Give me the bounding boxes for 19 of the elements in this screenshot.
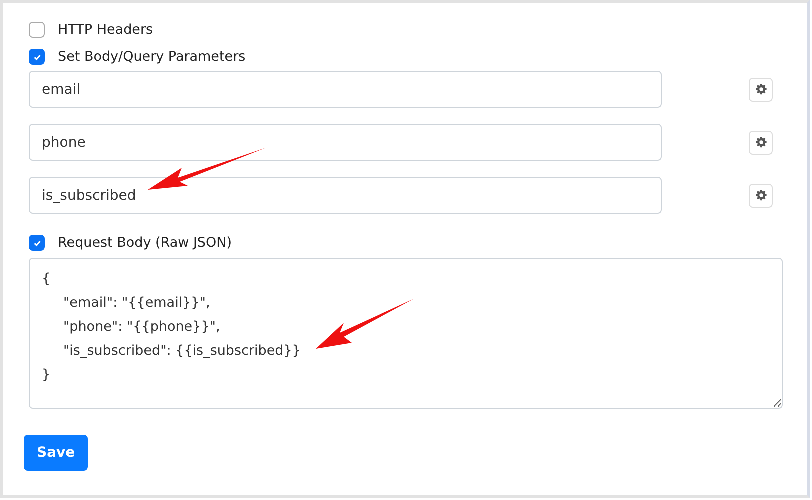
- checkbox[interactable]: [29, 49, 45, 65]
- settings-button[interactable]: [749, 130, 773, 154]
- settings-icon: [756, 190, 766, 201]
- json-textarea[interactable]: { "email": "{{email}}", "phone": "{{phone}}", "is_subscribed": {{is_subscribed}} }: [29, 258, 783, 409]
- checkbox-label: Set Body/Query Parameters: [58, 49, 246, 65]
- checkbox-label: Request Body (Raw JSON): [58, 235, 232, 251]
- settings-icon: [756, 137, 766, 148]
- settings-icon: [756, 84, 766, 95]
- settings-button[interactable]: [749, 78, 773, 102]
- check-icon: [32, 52, 42, 62]
- checkbox[interactable]: [29, 235, 45, 251]
- check-icon: [32, 238, 42, 248]
- settings-button[interactable]: [749, 184, 773, 208]
- checkbox[interactable]: [29, 22, 45, 38]
- parameter-field[interactable]: phone: [29, 124, 662, 161]
- save-button[interactable]: Save: [24, 435, 88, 471]
- parameter-field[interactable]: email: [29, 71, 662, 108]
- parameter-field[interactable]: is_subscribed: [29, 177, 662, 214]
- checkbox-label: HTTP Headers: [58, 22, 154, 38]
